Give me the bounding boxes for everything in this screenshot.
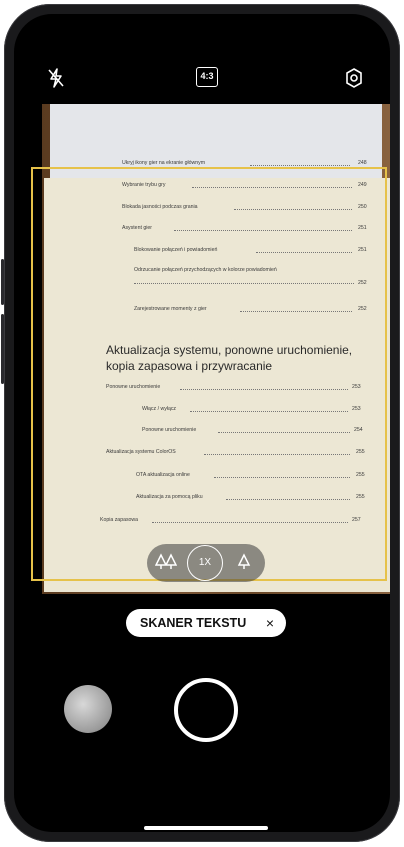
zoom-1x-button[interactable]: 1X [187,545,223,581]
toc-line: Ukryj ikony gier na ekranie głównym 248 [122,160,367,166]
phone-frame: 4:3 Ukryj ikony gier na ekranie głównym … [1,4,400,842]
gear-icon[interactable] [344,67,364,94]
aspect-ratio-label: 4:3 [200,71,214,81]
document-detection-frame [31,167,387,581]
power-button [1,259,4,305]
aspect-ratio-button[interactable]: 4:3 [196,67,218,87]
close-icon[interactable]: × [266,609,274,637]
flash-off-icon[interactable] [46,67,66,94]
home-indicator[interactable] [144,826,268,830]
text-scanner-mode-pill[interactable]: SKANER TEKSTU × [126,609,286,637]
camera-screen: 4:3 Ukryj ikony gier na ekranie głównym … [14,14,390,832]
top-bar: 4:3 [14,14,390,104]
mode-label: SKANER TEKSTU [140,616,247,630]
tree-icon[interactable] [237,553,251,574]
gallery-thumbnail[interactable] [64,685,112,733]
shutter-button[interactable] [174,678,238,742]
volume-button [1,314,4,384]
trees-icon[interactable] [154,553,178,574]
zoom-control: 1X [147,544,265,582]
